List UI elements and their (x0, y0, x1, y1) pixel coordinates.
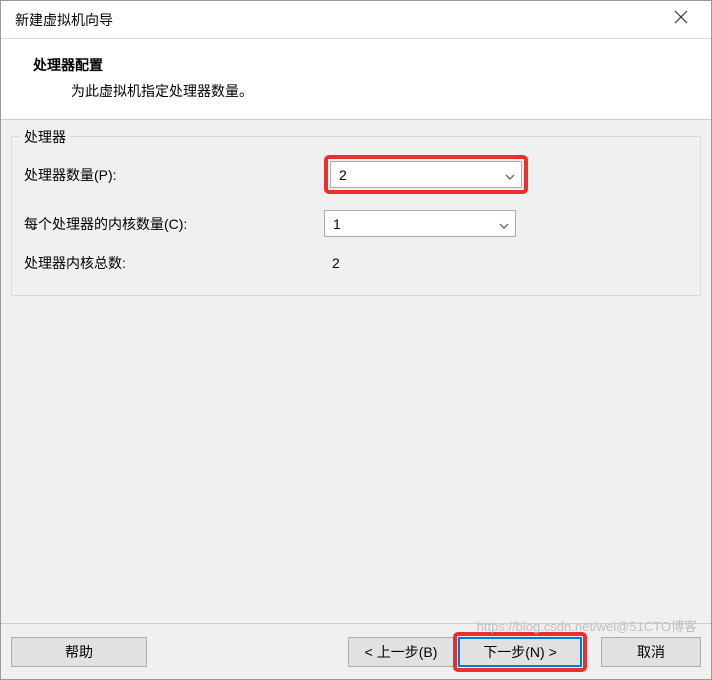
button-bar: 帮助 < 上一步(B) 下一步(N) > 取消 (1, 623, 711, 679)
nav-button-group: < 上一步(B) 下一步(N) > (348, 632, 587, 672)
next-button[interactable]: 下一步(N) > (458, 637, 582, 667)
label-total-cores: 处理器内核总数: (24, 253, 324, 273)
total-cores-value: 2 (324, 255, 340, 271)
wizard-header: 处理器配置 为此虚拟机指定处理器数量。 (1, 39, 711, 120)
close-button[interactable] (663, 6, 699, 34)
cores-per-processor-dropdown[interactable]: 1 (324, 210, 516, 237)
back-button[interactable]: < 上一步(B) (348, 637, 454, 667)
processor-count-value: 2 (339, 167, 347, 183)
close-icon (674, 10, 688, 29)
row-processor-count: 处理器数量(P): 2 (24, 155, 688, 194)
chevron-down-icon (499, 216, 509, 232)
chevron-down-icon (505, 167, 515, 183)
row-total-cores: 处理器内核总数: 2 (24, 253, 688, 273)
processor-count-dropdown[interactable]: 2 (330, 161, 522, 188)
wizard-dialog: 新建虚拟机向导 处理器配置 为此虚拟机指定处理器数量。 处理器 处理器数量(P)… (0, 0, 712, 680)
window-title: 新建虚拟机向导 (15, 10, 113, 30)
titlebar: 新建虚拟机向导 (1, 1, 711, 39)
groupbox-legend: 处理器 (20, 127, 70, 147)
label-cores-per-processor: 每个处理器的内核数量(C): (24, 214, 324, 234)
row-cores-per-processor: 每个处理器的内核数量(C): 1 (24, 210, 688, 237)
highlight-processor-count: 2 (324, 155, 528, 194)
highlight-next-button: 下一步(N) > (453, 632, 587, 672)
content-area: 处理器 处理器数量(P): 2 每个处理器的内核数量(C): (1, 120, 711, 623)
cancel-button[interactable]: 取消 (601, 637, 701, 667)
label-processor-count: 处理器数量(P): (24, 165, 324, 185)
page-subtitle: 为此虚拟机指定处理器数量。 (15, 81, 697, 101)
help-button[interactable]: 帮助 (11, 637, 147, 667)
processor-groupbox: 处理器 处理器数量(P): 2 每个处理器的内核数量(C): (11, 136, 701, 296)
cores-value: 1 (333, 216, 341, 232)
page-title: 处理器配置 (15, 55, 697, 75)
